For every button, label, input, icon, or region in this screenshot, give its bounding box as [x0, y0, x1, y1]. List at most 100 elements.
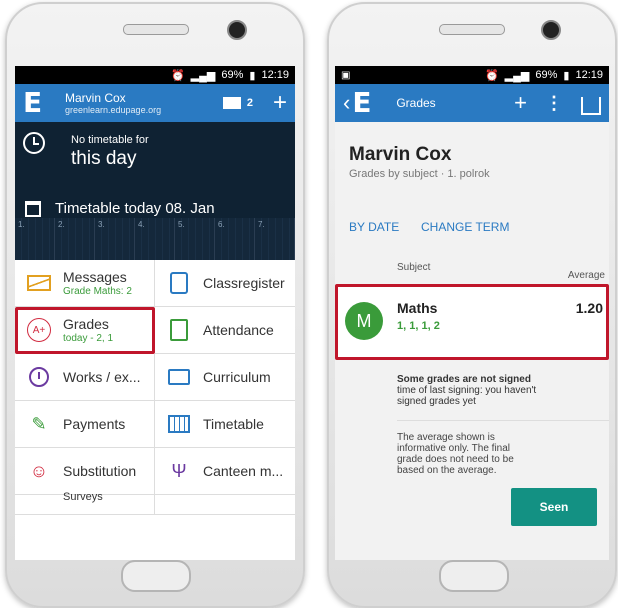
add-button[interactable]: + [514, 90, 527, 116]
period-column: 3. [95, 218, 135, 260]
period-column: 5. [175, 218, 215, 260]
home-button[interactable] [121, 560, 191, 592]
user-switcher[interactable]: Marvin Cox greenlearn.edupage.org [65, 91, 223, 115]
student-name: Marvin Cox [349, 144, 452, 165]
menu-item-canteen[interactable]: Ψ Canteen m... [155, 448, 295, 495]
camera-icon [227, 20, 247, 40]
attendance-icon [165, 316, 193, 344]
classregister-icon [165, 269, 193, 297]
menu-item-label: Works / ex... [63, 369, 141, 385]
seen-button[interactable]: Seen [511, 488, 597, 526]
battery-level: 69% [221, 69, 244, 81]
image-icon: ▣ [341, 69, 351, 81]
home-button[interactable] [439, 560, 509, 592]
menu-item-label: Grades [63, 316, 109, 332]
right-screen: ▣ ⏰ ▂▄▆ 69% ▮ 12:19 ‹ E Grades + ⋮ Marvi… [335, 66, 609, 560]
menu-item-timetable[interactable]: Timetable [155, 401, 295, 448]
signing-note-text: time of last signing: you haven't signed… [397, 385, 537, 407]
edupage-logo[interactable]: E [352, 89, 378, 117]
app-bar: E Marvin Cox greenlearn.edupage.org 2 + [15, 84, 295, 122]
add-button[interactable]: + [273, 89, 287, 117]
user-name: Marvin Cox [65, 91, 126, 105]
signing-note-title: Some grades are not signed [397, 374, 531, 385]
average-info: The average shown is informative only. T… [397, 432, 514, 476]
more-menu-icon[interactable]: ⋮ [545, 93, 563, 114]
tab-change-term[interactable]: CHANGE TERM [421, 220, 509, 234]
this-day-text: this day [71, 148, 137, 169]
mail-button[interactable]: 2 [222, 97, 253, 109]
grades-icon: A+ [25, 316, 53, 344]
user-domain: greenlearn.edupage.org [65, 105, 162, 115]
status-time: 12:19 [261, 69, 289, 81]
right-phone: ▣ ⏰ ▂▄▆ 69% ▮ 12:19 ‹ E Grades + ⋮ Marvi… [327, 2, 617, 608]
no-timetable-text: No timetable for [71, 134, 149, 146]
menu-item-works[interactable]: Works / ex... [15, 354, 155, 401]
timetable-panel[interactable]: No timetable for this day Timetable toda… [15, 122, 295, 218]
status-bar: ⏰ ▂▄▆ 69% ▮ 12:19 [15, 66, 295, 84]
menu-item-label: Surveys [63, 491, 103, 503]
grades-subtitle: Grades by subject · 1. polrok [349, 168, 490, 180]
timetable-today-row: Timetable today 08. Jan [25, 200, 215, 217]
left-phone: ⏰ ▂▄▆ 69% ▮ 12:19 E Marvin Cox greenlear… [5, 2, 305, 608]
menu-item-surveys[interactable]: Surveys [15, 491, 155, 515]
back-icon[interactable]: ‹ [343, 90, 350, 116]
briefcase-icon [165, 363, 193, 391]
subject-name: Maths [397, 300, 438, 316]
menu-item-label: Canteen m... [203, 463, 284, 479]
clock-icon [23, 132, 45, 154]
menu-item-messages[interactable]: Messages Grade Maths: 2 [15, 260, 155, 307]
app-bar: ‹ E Grades + ⋮ [335, 84, 609, 122]
home-icon[interactable] [581, 97, 601, 115]
status-time: 12:19 [575, 69, 603, 81]
menu-item-grades[interactable]: A+ Grades today - 2, 1 [15, 307, 155, 354]
subject-row-maths[interactable]: M Maths 1, 1, 1, 2 1.20 [335, 284, 609, 360]
divider [397, 420, 609, 421]
menu-item-empty [155, 495, 295, 515]
subject-grades: 1, 1, 1, 2 [397, 320, 440, 332]
signal-icon: ▂▄▆ [504, 69, 530, 82]
tab-by-date[interactable]: BY DATE [349, 220, 399, 234]
money-icon: ✎ [31, 413, 47, 434]
period-column: 2. [55, 218, 95, 260]
page-title: Grades [396, 96, 436, 110]
timetable-grid[interactable]: 1. 2. 3. 4. 5. 6. 7. [15, 218, 295, 260]
alarm-icon: ⏰ [170, 69, 185, 82]
envelope-icon [25, 269, 53, 297]
speaker-grille [123, 24, 189, 35]
calendar-icon [25, 200, 41, 217]
grades-content: Marvin Cox Grades by subject · 1. polrok… [335, 122, 609, 560]
mail-count: 2 [246, 97, 253, 109]
menu-item-label: Payments [63, 416, 126, 432]
timetable-today-label: Timetable today 08. Jan [55, 200, 215, 217]
alarm-icon: ⏰ [484, 69, 499, 82]
canteen-icon: Ψ [171, 460, 187, 481]
timetable-icon [165, 410, 193, 438]
period-column: 1. [15, 218, 55, 260]
menu-item-curriculum[interactable]: Curriculum [155, 354, 295, 401]
mail-icon [222, 97, 241, 109]
menu-item-label: Substitution [63, 463, 137, 479]
battery-icon: ▮ [249, 69, 256, 82]
battery-level: 69% [535, 69, 558, 81]
subject-avatar: M [345, 302, 383, 340]
left-screen: ⏰ ▂▄▆ 69% ▮ 12:19 E Marvin Cox greenlear… [15, 66, 295, 560]
menu-item-label: Curriculum [203, 369, 271, 385]
battery-icon: ▮ [563, 69, 570, 82]
menu-item-sub: today - 2, 1 [63, 333, 114, 344]
menu-item-attendance[interactable]: Attendance [155, 307, 295, 354]
column-average: Average [567, 270, 605, 281]
signing-note: Some grades are not signed time of last … [397, 374, 547, 407]
edupage-logo[interactable]: E [23, 89, 49, 117]
menu-item-label: Classregister [203, 275, 285, 291]
period-column: 4. [135, 218, 175, 260]
subject-average: 1.20 [575, 300, 603, 316]
menu-item-substitution[interactable]: ☺ Substitution [15, 448, 155, 495]
camera-icon [541, 20, 561, 40]
signal-icon: ▂▄▆ [190, 69, 216, 82]
speaker-grille [439, 24, 505, 35]
menu-grid: Messages Grade Maths: 2 Classregister A+… [15, 260, 295, 515]
menu-item-classregister[interactable]: Classregister [155, 260, 295, 307]
status-bar: ▣ ⏰ ▂▄▆ 69% ▮ 12:19 [335, 66, 609, 84]
menu-item-payments[interactable]: ✎ Payments [15, 401, 155, 448]
column-subject: Subject [397, 262, 431, 273]
